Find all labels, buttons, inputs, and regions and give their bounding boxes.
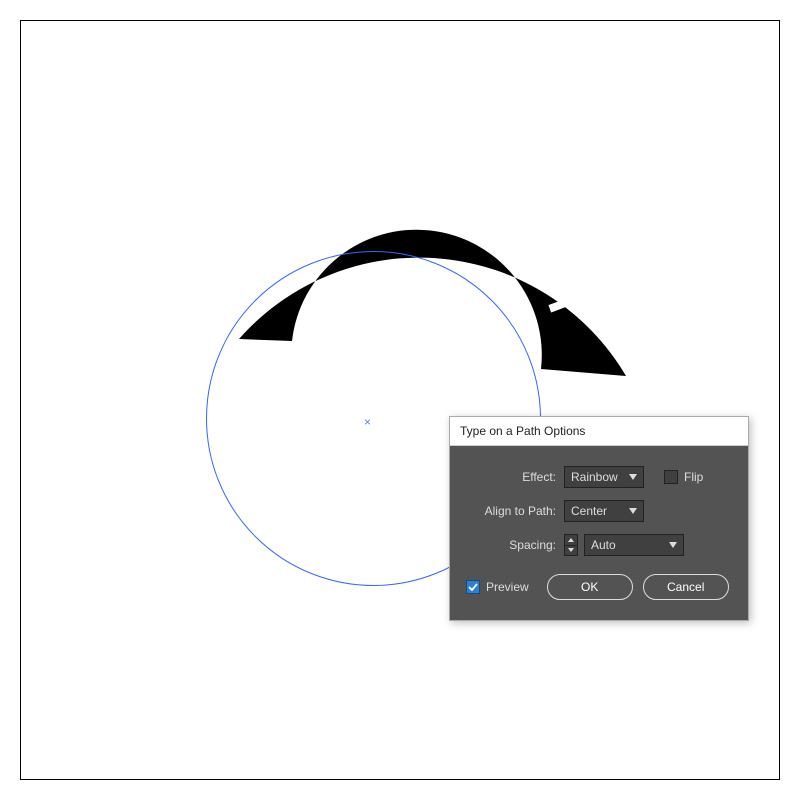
preview-checkbox[interactable] (466, 580, 480, 594)
effect-select[interactable]: Rainbow (564, 466, 644, 488)
effect-value: Rainbow (571, 470, 618, 484)
cancel-button[interactable]: Cancel (643, 574, 729, 600)
align-value: Center (571, 504, 607, 518)
align-label: Align to Path: (466, 504, 558, 518)
spacing-label: Spacing: (466, 538, 558, 552)
spacing-row: Spacing: Auto (466, 534, 732, 556)
type-on-path-dialog: Type on a Path Options Effect: Rainbow F… (449, 416, 749, 621)
stepper-down-icon[interactable] (565, 546, 577, 556)
preview-group: Preview (466, 580, 529, 594)
flip-checkbox[interactable] (664, 470, 678, 484)
spacing-stepper[interactable] (564, 534, 578, 556)
button-row: Preview OK Cancel (466, 574, 732, 600)
align-select[interactable]: Center (564, 500, 644, 522)
align-row: Align to Path: Center (466, 500, 732, 522)
spacing-select[interactable]: Auto (584, 534, 684, 556)
effect-row: Effect: Rainbow Flip (466, 466, 732, 488)
preview-label[interactable]: Preview (486, 580, 529, 594)
flip-label[interactable]: Flip (684, 470, 703, 484)
dialog-body: Effect: Rainbow Flip Align to Path: Cent… (450, 446, 748, 620)
artboard[interactable]: WRAP YOUR TEXT × (21, 21, 779, 779)
stepper-up-icon[interactable] (565, 535, 577, 546)
center-mark-icon: × (364, 415, 371, 429)
effect-label: Effect: (466, 470, 558, 484)
artboard-frame: WRAP YOUR TEXT × Type on a Path Options … (20, 20, 780, 780)
ok-button[interactable]: OK (547, 574, 633, 600)
chevron-down-icon (629, 507, 637, 515)
chevron-down-icon (629, 473, 637, 481)
curved-text-svg: WRAP YOUR TEXT (21, 21, 781, 781)
spacing-value: Auto (591, 538, 616, 552)
dialog-title: Type on a Path Options (450, 417, 748, 446)
chevron-down-icon (669, 541, 677, 549)
